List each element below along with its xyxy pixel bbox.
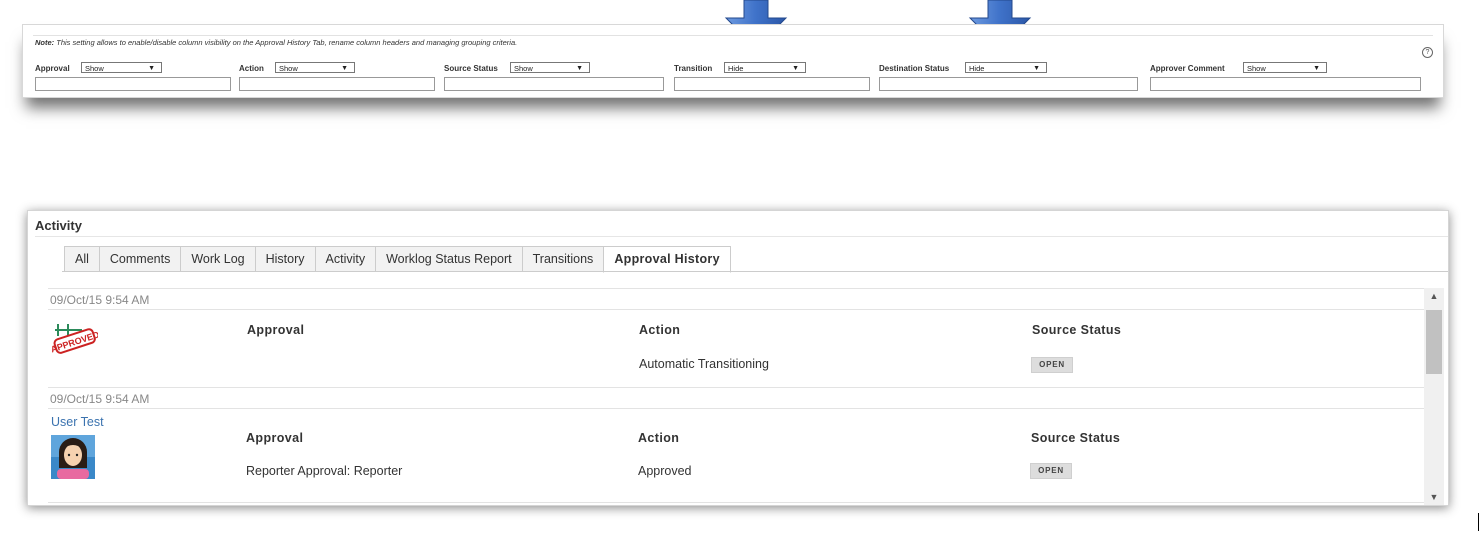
approval-header: Approval [246,431,304,445]
entry-date: 09/Oct/15 9:54 AM [48,288,1424,310]
settings-note: Note: This setting allows to enable/disa… [35,38,518,47]
scroll-down-icon[interactable]: ▼ [1424,489,1444,505]
tab-comments[interactable]: Comments [98,246,181,272]
action-header: Action [639,323,681,337]
action-visibility-select[interactable]: Show ▼ [275,62,355,73]
approval-visibility-select[interactable]: Show ▼ [81,62,162,73]
approval-header: Approval [247,323,305,337]
source-status-header: Source Status [1031,431,1121,445]
chevron-down-icon: ▼ [341,65,348,72]
tab-transitions[interactable]: Transitions [521,246,604,272]
divider [62,271,1448,272]
activity-tabs: All Comments Work Log History Activity W… [64,246,731,273]
action-value: Automatic Transitioning [639,357,769,371]
divider [33,35,1433,36]
tab-work-log[interactable]: Work Log [180,246,255,272]
status-badge: OPEN [1031,357,1073,373]
tab-worklog-status-report[interactable]: Worklog Status Report [375,246,522,272]
chevron-down-icon: ▼ [1313,65,1320,72]
tab-approval-history[interactable]: Approval History [603,246,731,273]
chevron-down-icon: ▼ [576,65,583,72]
tab-activity[interactable]: Activity [314,246,376,272]
tab-history[interactable]: History [254,246,315,272]
transition-column-label: Transition [674,64,713,73]
transition-header-input[interactable] [674,77,870,91]
entry-date: 09/Oct/15 9:54 AM [48,387,1424,409]
action-value: Approved [638,464,692,478]
scroll-up-icon[interactable]: ▲ [1424,288,1444,304]
approval-history-list: 09/Oct/15 9:54 AM APPROVED Approval Acti… [48,288,1424,505]
chevron-down-icon: ▼ [148,65,155,72]
approval-header-input[interactable] [35,77,231,91]
approver-comment-column-label: Approver Comment [1150,64,1225,73]
action-header: Action [638,431,680,445]
destination-status-visibility-select[interactable]: Hide ▼ [965,62,1047,73]
chevron-down-icon: ▼ [792,65,799,72]
activity-panel: Activity All Comments Work Log History A… [27,210,1449,506]
source-status-header: Source Status [1032,323,1122,337]
column-settings-panel: Note: This setting allows to enable/disa… [22,24,1444,98]
destination-status-header-input[interactable] [879,77,1138,91]
scrollbar[interactable]: ▲ ▼ [1424,288,1444,505]
scroll-thumb[interactable] [1426,310,1442,374]
source-status-column-label: Source Status [444,64,498,73]
destination-status-column-label: Destination Status [879,64,950,73]
source-status-visibility-select[interactable]: Show ▼ [510,62,590,73]
approval-value: Reporter Approval: Reporter [246,464,403,478]
activity-title: Activity [35,218,82,233]
action-column-label: Action [239,64,264,73]
approval-column-label: Approval [35,64,70,73]
text-cursor [1478,513,1479,531]
chevron-down-icon: ▼ [1033,65,1040,72]
approver-comment-header-input[interactable] [1150,77,1421,91]
help-icon[interactable]: ? [1422,47,1433,58]
user-avatar-icon[interactable] [51,435,95,479]
divider [35,236,1448,237]
tab-all[interactable]: All [64,246,99,272]
status-badge: OPEN [1030,463,1072,479]
divider [48,502,1424,503]
approver-comment-visibility-select[interactable]: Show ▼ [1243,62,1327,73]
source-status-header-input[interactable] [444,77,664,91]
action-header-input[interactable] [239,77,435,91]
transition-visibility-select[interactable]: Hide ▼ [724,62,806,73]
user-link[interactable]: User Test [51,415,104,429]
approved-stamp-icon: APPROVED [52,324,98,355]
